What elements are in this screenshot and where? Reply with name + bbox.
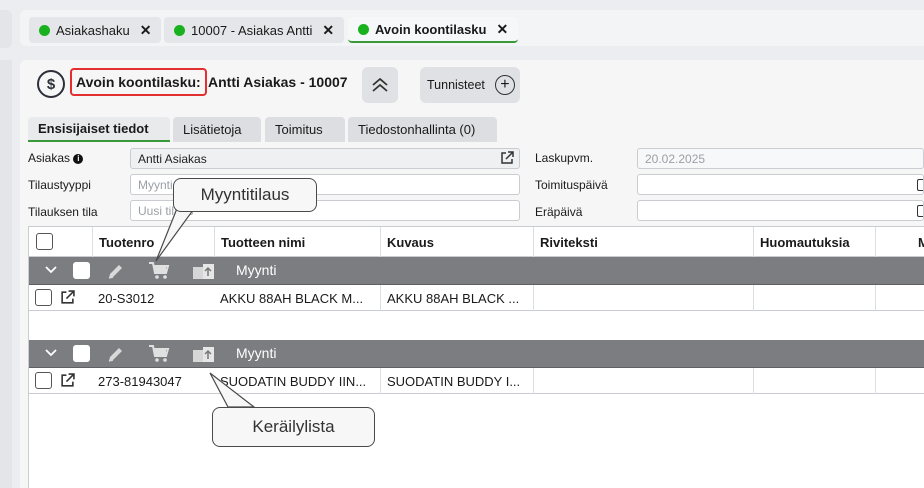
tags-label: Tunnisteet xyxy=(427,78,485,92)
tab-additional-info[interactable]: Lisätietoja xyxy=(173,117,261,142)
pencil-icon[interactable] xyxy=(106,261,126,281)
group-label: Myynti xyxy=(236,262,277,278)
open-external-icon[interactable] xyxy=(60,373,75,388)
dollar-icon: $ xyxy=(37,70,65,98)
collapse-button[interactable] xyxy=(362,67,398,103)
customer-label: Asiakas i xyxy=(28,151,84,165)
page-title-prefix: Avoin koontilasku: xyxy=(70,68,207,96)
tab-delivery[interactable]: Toimitus xyxy=(265,117,345,142)
cell-more xyxy=(875,368,924,394)
callout-pointer-sales-order xyxy=(155,205,198,262)
side-panel-edge xyxy=(0,10,12,48)
group-checkbox[interactable] xyxy=(73,262,90,279)
column-header-more[interactable]: M xyxy=(875,227,924,257)
open-external-icon[interactable] xyxy=(500,151,514,165)
group-label: Myynti xyxy=(236,345,277,361)
cell-description: AKKU 88AH BLACK ... xyxy=(380,285,533,311)
order-state-label: Tilauksen tila xyxy=(28,205,98,219)
delivery-date-label: Toimituspäivä xyxy=(535,178,608,192)
status-dot-icon xyxy=(358,23,369,35)
chevron-down-icon[interactable] xyxy=(45,349,57,357)
customer-field[interactable]: Antti Asiakas xyxy=(130,148,520,169)
table-row[interactable]: 273-81943047 SUODATIN BUDDY IIN... SUODA… xyxy=(29,368,924,394)
group-checkbox[interactable] xyxy=(73,345,90,362)
tab-customer-search[interactable]: Asiakashaku ✕ xyxy=(29,17,162,43)
column-header-product-name[interactable]: Tuotteen nimi xyxy=(214,227,380,257)
due-date-field[interactable] xyxy=(637,200,924,221)
cart-icon[interactable] xyxy=(148,344,170,364)
status-dot-icon xyxy=(39,24,50,36)
cell-product-no: 20-S3012 xyxy=(98,290,155,306)
picking-list-icon[interactable] xyxy=(192,344,216,364)
invoice-panel: $ Avoin koontilasku: Antti Asiakas - 100… xyxy=(20,60,924,488)
pencil-icon[interactable] xyxy=(106,344,126,364)
tags-button[interactable]: Tunnisteet + xyxy=(420,67,520,103)
cell-product-no: 273-81943047 xyxy=(98,373,182,389)
tab-label: Avoin koontilasku xyxy=(375,21,487,37)
tab-label: Asiakashaku xyxy=(56,22,130,38)
tab-primary-info[interactable]: Ensisijaiset tiedot xyxy=(28,117,170,142)
order-type-label: Tilaustyyppi xyxy=(28,178,91,192)
page-title: Antti Asiakas - 10007 xyxy=(208,74,348,90)
delivery-date-field[interactable] xyxy=(637,174,924,195)
cell-notes xyxy=(753,368,875,394)
cell-description: SUODATIN BUDDY I... xyxy=(380,368,533,394)
close-icon[interactable]: ✕ xyxy=(140,22,152,39)
tab-file-management[interactable]: Tiedostonhallinta (0) xyxy=(348,117,497,142)
invoice-date-field[interactable]: 20.02.2025 xyxy=(637,148,924,169)
due-date-label: Eräpäivä xyxy=(535,205,583,219)
select-all-checkbox[interactable] xyxy=(36,233,53,250)
cell-row-text xyxy=(533,368,753,394)
order-lines-grid: Tuotenro Tuotteen nimi Kuvaus Riviteksti… xyxy=(28,226,924,488)
chevron-down-icon[interactable] xyxy=(45,266,57,274)
row-checkbox[interactable] xyxy=(35,289,52,306)
callout-sales-order: Myyntitilaus xyxy=(173,178,317,212)
column-header-notes[interactable]: Huomautuksia xyxy=(753,227,875,257)
cell-notes xyxy=(753,285,875,311)
callout-picking-list: Keräilylista xyxy=(212,407,375,447)
row-group-header: Myynti xyxy=(29,340,924,368)
info-icon: i xyxy=(73,153,84,164)
side-panel-edge-lower xyxy=(0,60,12,488)
tab-open-invoice[interactable]: Avoin koontilasku ✕ xyxy=(348,17,519,43)
column-header-description[interactable]: Kuvaus xyxy=(380,227,533,257)
plus-circle-icon: + xyxy=(494,75,515,95)
open-external-icon[interactable] xyxy=(60,290,75,305)
top-tab-bar: Asiakashaku ✕ 10007 - Asiakas Antti ✕ Av… xyxy=(20,10,924,46)
close-icon[interactable]: ✕ xyxy=(322,22,334,39)
calendar-icon[interactable] xyxy=(917,205,923,217)
column-header-row-text[interactable]: Riviteksti xyxy=(533,227,753,257)
row-checkbox[interactable] xyxy=(35,372,52,389)
status-dot-icon xyxy=(174,24,185,36)
cell-row-text xyxy=(533,285,753,311)
tab-label: 10007 - Asiakas Antti xyxy=(191,22,313,38)
double-chevron-up-icon xyxy=(372,77,388,92)
table-row[interactable]: 20-S3012 AKKU 88AH BLACK M... AKKU 88AH … xyxy=(29,285,924,311)
invoice-date-label: Laskupvm. xyxy=(535,151,594,165)
cell-more xyxy=(875,285,924,311)
cell-product-name: AKKU 88AH BLACK M... xyxy=(220,290,364,306)
tab-customer[interactable]: 10007 - Asiakas Antti ✕ xyxy=(164,17,345,43)
close-icon[interactable]: ✕ xyxy=(496,21,508,38)
calendar-icon[interactable] xyxy=(917,179,923,191)
